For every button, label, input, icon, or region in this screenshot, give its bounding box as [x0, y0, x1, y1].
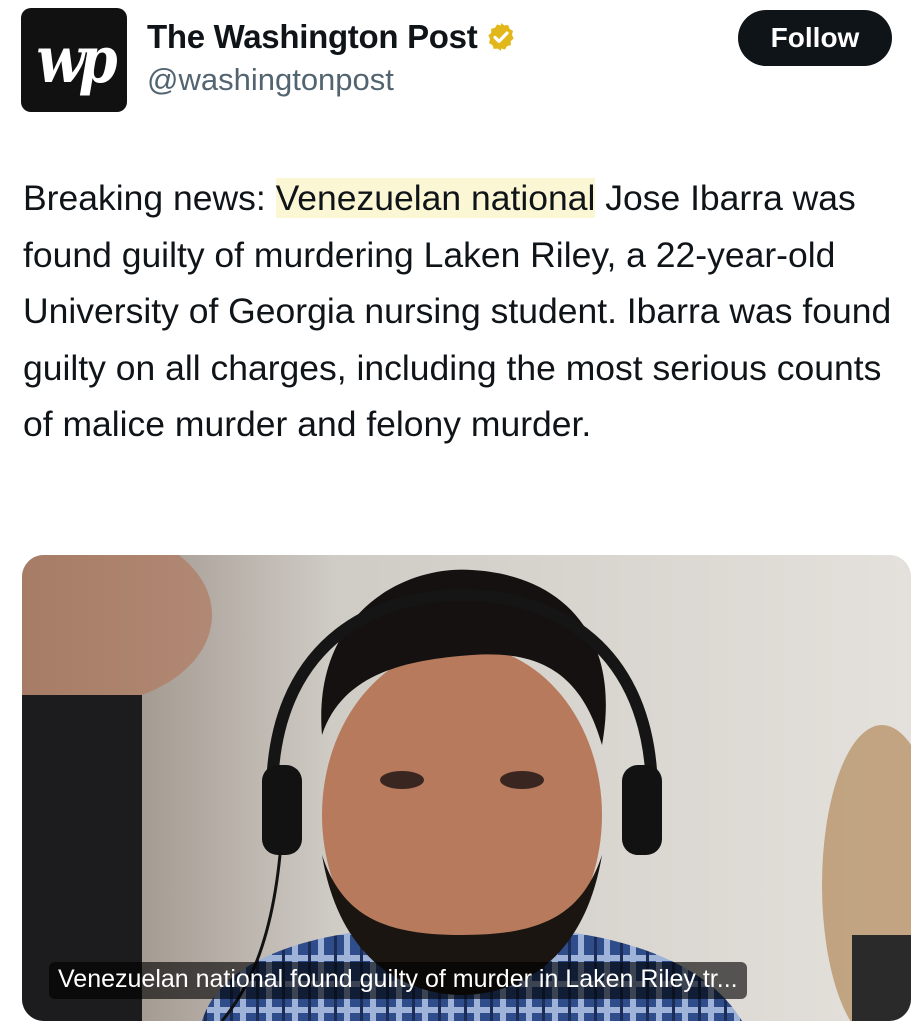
tweet-header: wp The Washington Post @washingtonpost F…	[0, 0, 923, 130]
display-name[interactable]: The Washington Post	[147, 18, 478, 56]
wp-logo: wp	[36, 22, 117, 98]
verified-badge-icon	[488, 23, 515, 51]
name-row: The Washington Post	[147, 18, 517, 56]
tweet-text-highlight: Venezuelan national	[275, 178, 596, 218]
follow-button[interactable]: Follow	[738, 10, 892, 66]
account-handle[interactable]: @washingtonpost	[147, 62, 394, 98]
media-photo	[22, 555, 911, 1021]
tweet-text-start: Breaking news:	[23, 178, 276, 218]
account-avatar[interactable]: wp	[21, 8, 127, 112]
tweet-media-card[interactable]: Venezuelan national found guilty of murd…	[22, 555, 911, 1021]
media-caption: Venezuelan national found guilty of murd…	[49, 962, 747, 999]
tweet-text: Breaking news: Venezuelan national Jose …	[23, 170, 903, 453]
